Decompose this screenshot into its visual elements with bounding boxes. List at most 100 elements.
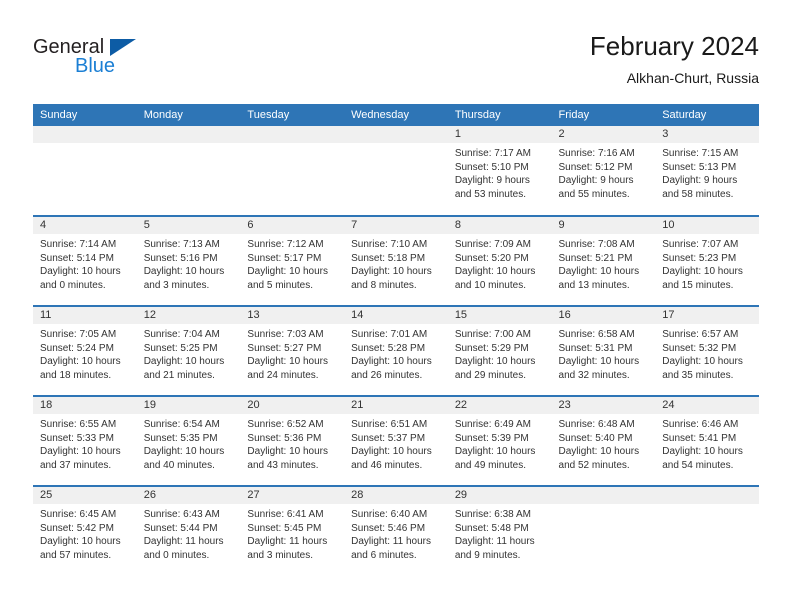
calendar-day-cell[interactable]: 18 Sunrise: 6:55 AM Sunset: 5:33 PM Dayligh… xyxy=(33,395,137,486)
day-details: Sunrise: 6:54 AM Sunset: 5:35 PM Daylight:… xyxy=(137,414,241,472)
calendar-week-row: 11 Sunrise: 7:05 AM Sunset: 5:24 PM Dayligh… xyxy=(33,305,759,396)
calendar-day-cell[interactable]: 15 Sunrise: 7:00 AM Sunset: 5:29 PM Dayligh… xyxy=(447,305,552,396)
calendar-day-cell[interactable]: 10 Sunrise: 7:07 AM Sunset: 5:23 PM Dayligh… xyxy=(655,215,759,306)
sunrise-text: Sunrise: 6:41 AM xyxy=(247,509,324,520)
calendar-day-cell[interactable]: 7 Sunrise: 7:10 AM Sunset: 5:18 PM Daylight… xyxy=(344,215,448,306)
sunset-text: Sunset: 5:35 PM xyxy=(143,432,218,444)
calendar-day-cell-empty xyxy=(33,126,137,216)
calendar-day-cell[interactable]: 14 Sunrise: 7:01 AM Sunset: 5:28 PM Dayligh… xyxy=(344,305,448,396)
calendar-day-cell[interactable]: 23 Sunrise: 6:48 AM Sunset: 5:40 PM Dayligh… xyxy=(551,395,656,486)
day-number: 27 xyxy=(240,487,345,504)
sunset-text: Sunset: 5:16 PM xyxy=(143,252,218,264)
sunrise-text: Sunrise: 6:52 AM xyxy=(247,419,324,430)
sunrise-text: Sunrise: 6:40 AM xyxy=(351,509,428,520)
calendar-day-cell[interactable]: 12 Sunrise: 7:04 AM Sunset: 5:25 PM Dayligh… xyxy=(136,305,241,396)
daylight-text-line1: Daylight: 10 hours xyxy=(454,356,536,367)
calendar-day-cell[interactable]: 4 Sunrise: 7:14 AM Sunset: 5:14 PM Daylight… xyxy=(33,215,137,306)
day-number xyxy=(136,126,241,143)
daylight-text-line1: Daylight: 10 hours xyxy=(143,266,225,277)
calendar-day-cell[interactable]: 11 Sunrise: 7:05 AM Sunset: 5:24 PM Dayligh… xyxy=(33,305,137,396)
sunset-text: Sunset: 5:18 PM xyxy=(351,252,426,264)
page-title: February 2024 xyxy=(589,31,759,61)
calendar-day-cell[interactable]: 25 Sunrise: 6:45 AM Sunset: 5:42 PM Dayligh… xyxy=(33,485,137,576)
day-details: Sunrise: 7:10 AM Sunset: 5:18 PM Daylight:… xyxy=(344,234,448,292)
daylight-text-line2: and 26 minutes. xyxy=(351,369,423,381)
calendar-day-cell[interactable]: 17 Sunrise: 6:57 AM Sunset: 5:32 PM Dayligh… xyxy=(655,305,759,396)
calendar-day-cell[interactable]: 28 Sunrise: 6:40 AM Sunset: 5:46 PM Dayligh… xyxy=(344,485,448,576)
general-blue-logo[interactable]: General Blue xyxy=(33,36,233,90)
weekday-header-wednesday: Wednesday xyxy=(344,104,448,126)
calendar-day-cell[interactable]: 20 Sunrise: 6:52 AM Sunset: 5:36 PM Dayligh… xyxy=(240,395,345,486)
sunrise-text: Sunrise: 7:17 AM xyxy=(454,148,531,159)
sunset-text: Sunset: 5:39 PM xyxy=(454,432,529,444)
day-details: Sunrise: 6:48 AM Sunset: 5:40 PM Daylight:… xyxy=(552,414,656,472)
day-number: 2 xyxy=(551,126,656,143)
sunset-text: Sunset: 5:17 PM xyxy=(247,252,322,264)
calendar-day-cell[interactable]: 27 Sunrise: 6:41 AM Sunset: 5:45 PM Dayligh… xyxy=(240,485,345,576)
calendar-day-cell[interactable]: 21 Sunrise: 6:51 AM Sunset: 5:37 PM Dayligh… xyxy=(344,395,448,486)
day-number xyxy=(33,126,137,143)
calendar-header-row: Sunday Monday Tuesday Wednesday Thursday Frid… xyxy=(33,104,759,126)
calendar-body: 1 Sunrise: 7:17 AM Sunset: 5:10 PM Daylight… xyxy=(33,126,759,576)
day-details: Sunrise: 6:57 AM Sunset: 5:32 PM Daylight:… xyxy=(655,324,759,382)
daylight-text-line2: and 0 minutes. xyxy=(40,279,106,291)
daylight-text-line1: Daylight: 10 hours xyxy=(247,446,329,457)
daylight-text-line2: and 49 minutes. xyxy=(454,459,526,471)
sunrise-text: Sunrise: 7:00 AM xyxy=(454,329,531,340)
calendar-day-cell-empty xyxy=(655,485,759,576)
sunset-text: Sunset: 5:20 PM xyxy=(454,252,529,264)
sunrise-text: Sunrise: 6:58 AM xyxy=(558,329,635,340)
calendar-day-cell[interactable]: 9 Sunrise: 7:08 AM Sunset: 5:21 PM Daylight… xyxy=(551,215,656,306)
daylight-text-line2: and 55 minutes. xyxy=(558,188,630,200)
daylight-text-line2: and 57 minutes. xyxy=(40,549,112,561)
calendar-day-cell[interactable]: 16 Sunrise: 6:58 AM Sunset: 5:31 PM Dayligh… xyxy=(551,305,656,396)
page-header: General Blue February 2024 Alkhan-Churt,… xyxy=(33,30,759,98)
daylight-text-line1: Daylight: 10 hours xyxy=(247,266,329,277)
calendar-day-cell[interactable]: 22 Sunrise: 6:49 AM Sunset: 5:39 PM Dayligh… xyxy=(447,395,552,486)
day-number: 12 xyxy=(136,307,241,324)
calendar-day-cell[interactable]: 3 Sunrise: 7:15 AM Sunset: 5:13 PM Daylight… xyxy=(655,126,759,216)
day-details: Sunrise: 6:52 AM Sunset: 5:36 PM Daylight:… xyxy=(240,414,344,472)
daylight-text-line1: Daylight: 9 hours xyxy=(558,175,634,186)
calendar-day-cell[interactable]: 2 Sunrise: 7:16 AM Sunset: 5:12 PM Daylight… xyxy=(551,126,656,216)
daylight-text-line1: Daylight: 10 hours xyxy=(662,446,743,457)
day-details: Sunrise: 6:55 AM Sunset: 5:33 PM Daylight:… xyxy=(33,414,137,472)
sunrise-text: Sunrise: 7:03 AM xyxy=(247,329,324,340)
sunrise-text: Sunrise: 7:05 AM xyxy=(40,329,117,340)
sunrise-text: Sunrise: 7:13 AM xyxy=(143,239,220,250)
calendar-day-cell[interactable]: 26 Sunrise: 6:43 AM Sunset: 5:44 PM Dayligh… xyxy=(136,485,241,576)
sunset-text: Sunset: 5:23 PM xyxy=(662,252,737,264)
calendar-day-cell[interactable]: 1 Sunrise: 7:17 AM Sunset: 5:10 PM Daylight… xyxy=(447,126,552,216)
daylight-text-line2: and 29 minutes. xyxy=(454,369,526,381)
day-number: 6 xyxy=(240,217,345,234)
sunset-text: Sunset: 5:41 PM xyxy=(662,432,737,444)
daylight-text-line1: Daylight: 9 hours xyxy=(662,175,738,186)
daylight-text-line2: and 24 minutes. xyxy=(247,369,319,381)
day-number xyxy=(551,487,656,504)
calendar-day-cell[interactable]: 24 Sunrise: 6:46 AM Sunset: 5:41 PM Dayligh… xyxy=(655,395,759,486)
daylight-text-line1: Daylight: 10 hours xyxy=(40,446,121,457)
sunset-text: Sunset: 5:44 PM xyxy=(143,522,218,534)
calendar-day-cell[interactable]: 5 Sunrise: 7:13 AM Sunset: 5:16 PM Daylight… xyxy=(136,215,241,306)
daylight-text-line1: Daylight: 10 hours xyxy=(662,356,743,367)
triangle-logo-icon xyxy=(110,39,136,56)
calendar-day-cell-empty xyxy=(551,485,656,576)
day-details: Sunrise: 7:14 AM Sunset: 5:14 PM Daylight:… xyxy=(33,234,137,292)
calendar-week-row: 1 Sunrise: 7:17 AM Sunset: 5:10 PM Daylight… xyxy=(33,126,759,216)
daylight-text-line2: and 52 minutes. xyxy=(558,459,630,471)
calendar-day-cell[interactable]: 13 Sunrise: 7:03 AM Sunset: 5:27 PM Dayligh… xyxy=(240,305,345,396)
weekday-header-friday: Friday xyxy=(551,104,656,126)
day-details: Sunrise: 6:49 AM Sunset: 5:39 PM Daylight:… xyxy=(448,414,552,472)
calendar-day-cell[interactable]: 19 Sunrise: 6:54 AM Sunset: 5:35 PM Dayligh… xyxy=(136,395,241,486)
day-number: 28 xyxy=(344,487,448,504)
sunset-text: Sunset: 5:21 PM xyxy=(558,252,633,264)
daylight-text-line2: and 58 minutes. xyxy=(662,188,734,200)
calendar-day-cell-empty xyxy=(136,126,241,216)
calendar-day-cell[interactable]: 29 Sunrise: 6:38 AM Sunset: 5:48 PM Dayligh… xyxy=(447,485,552,576)
day-number: 11 xyxy=(33,307,137,324)
calendar-day-cell[interactable]: 8 Sunrise: 7:09 AM Sunset: 5:20 PM Daylight… xyxy=(447,215,552,306)
logo-text-blue: Blue xyxy=(75,55,116,77)
sunset-text: Sunset: 5:40 PM xyxy=(558,432,633,444)
day-number: 1 xyxy=(447,126,552,143)
calendar-day-cell[interactable]: 6 Sunrise: 7:12 AM Sunset: 5:17 PM Daylight… xyxy=(240,215,345,306)
